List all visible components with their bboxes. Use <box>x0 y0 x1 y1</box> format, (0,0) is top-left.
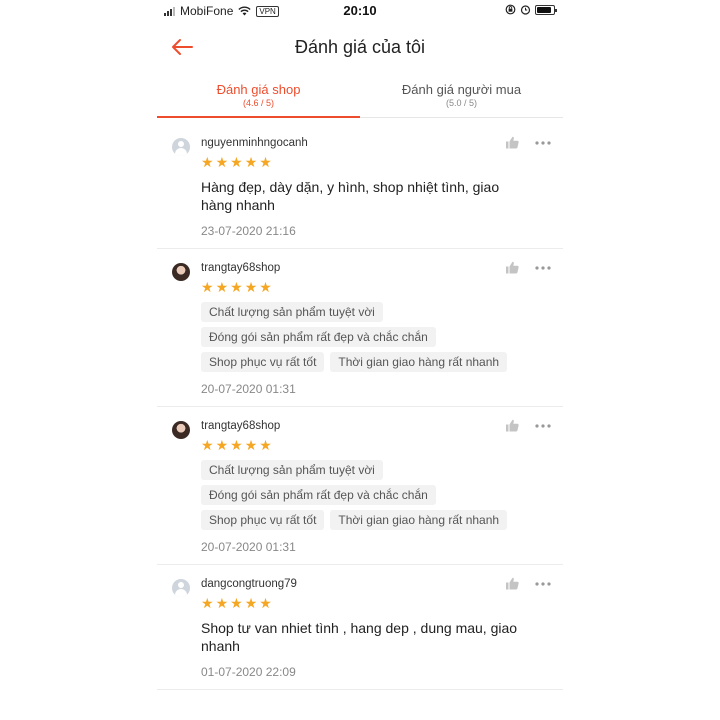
reviewer-name[interactable]: trangtay68shop <box>201 262 549 274</box>
review-list: nguyenminhngocanh ★ ★ ★ ★ ★ Hàng đẹp, dày dặ… <box>157 124 563 690</box>
review-date: 20-07-2020 01:31 <box>201 540 296 554</box>
thumbs-up-icon[interactable] <box>505 577 519 590</box>
review-date: 20-07-2020 01:31 <box>201 382 296 396</box>
review-tags: Chất lượng sản phẩm tuyệt vời Đóng gói s… <box>201 460 549 530</box>
star-rating: ★ ★ ★ ★ ★ <box>201 155 549 169</box>
star-rating: ★ ★ ★ ★ ★ <box>201 438 549 452</box>
tab-rating: (5.0 / 5) <box>445 98 477 108</box>
avatar[interactable] <box>172 421 190 439</box>
star-icon: ★ <box>230 279 243 295</box>
tab-buyer-reviews[interactable]: Đánh giá người mua (5.0 / 5) <box>360 74 563 117</box>
star-icon: ★ <box>201 437 214 453</box>
star-icon: ★ <box>201 154 214 170</box>
star-rating: ★ ★ ★ ★ ★ <box>201 596 549 610</box>
review-actions <box>505 261 551 274</box>
star-icon: ★ <box>201 279 214 295</box>
avatar[interactable] <box>172 579 190 597</box>
tab-label: Đánh giá người mua <box>401 82 522 97</box>
star-icon: ★ <box>244 437 258 453</box>
alarm-icon <box>520 5 531 15</box>
status-right <box>505 4 557 15</box>
star-icon: ★ <box>215 154 229 170</box>
more-dots-icon[interactable] <box>535 423 551 428</box>
status-time: 20:10 <box>343 3 377 18</box>
reviewer-name[interactable]: nguyenminhngocanh <box>201 137 549 149</box>
review-date: 01-07-2020 22:09 <box>201 665 296 679</box>
star-icon: ★ <box>215 437 229 453</box>
review-comment: Hàng đẹp, dày dặn, y hình, shop nhiệt tì… <box>201 179 500 213</box>
status-bar: MobiFone VPN 20:10 <box>157 0 563 22</box>
review-item: dangcongtruong79 ★ ★ ★ ★ ★ Shop tư van nhiet… <box>157 565 563 690</box>
thumbs-up-icon[interactable] <box>505 419 519 432</box>
star-icon: ★ <box>215 279 229 295</box>
star-icon: ★ <box>230 595 243 611</box>
star-icon: ★ <box>259 595 272 611</box>
review-tag: Đóng gói sản phẩm rất đẹp và chắc chắn <box>201 485 436 505</box>
page-title: Đánh giá của tôi <box>294 37 426 57</box>
star-icon: ★ <box>244 154 258 170</box>
review-tag: Thời gian giao hàng rất nhanh <box>330 352 508 372</box>
thumbs-up-icon[interactable] <box>505 261 519 274</box>
avatar[interactable] <box>172 138 190 156</box>
star-icon: ★ <box>244 595 258 611</box>
star-icon: ★ <box>259 437 272 453</box>
star-rating: ★ ★ ★ ★ ★ <box>201 280 549 294</box>
star-icon: ★ <box>259 154 272 170</box>
review-date: 23-07-2020 21:16 <box>201 224 296 238</box>
review-item: trangtay68shop ★ ★ ★ ★ ★ Chất lượng sản phẩm… <box>157 249 563 407</box>
review-tag: Đóng gói sản phẩm rất đẹp và chắc chắn <box>201 327 436 347</box>
reviewer-name[interactable]: dangcongtruong79 <box>201 578 549 590</box>
review-item: trangtay68shop ★ ★ ★ ★ ★ Chất lượng sản phẩm… <box>157 407 563 565</box>
review-tabs: Đánh giá shop (4.6 / 5) Đánh giá người m… <box>157 74 563 118</box>
app-screen: MobiFone VPN 20:10 Đánh giá của tôi Đánh… <box>157 0 563 720</box>
review-actions <box>505 419 551 432</box>
more-dots-icon[interactable] <box>535 581 551 586</box>
tab-shop-reviews[interactable]: Đánh giá shop (4.6 / 5) <box>157 74 360 118</box>
review-tag: Thời gian giao hàng rất nhanh <box>330 510 508 530</box>
more-dots-icon[interactable] <box>535 265 551 270</box>
review-actions <box>505 136 551 149</box>
star-icon: ★ <box>244 279 258 295</box>
reviewer-name[interactable]: trangtay68shop <box>201 420 549 432</box>
star-icon: ★ <box>215 595 229 611</box>
review-tag: Shop phục vụ rất tốt <box>201 510 325 530</box>
more-dots-icon[interactable] <box>535 140 551 145</box>
star-icon: ★ <box>230 437 243 453</box>
avatar[interactable] <box>172 263 190 281</box>
review-tag: Chất lượng sản phẩm tuyệt vời <box>201 460 383 480</box>
review-tags: Chất lượng sản phẩm tuyệt vời Đóng gói s… <box>201 302 549 372</box>
review-tag: Shop phục vụ rất tốt <box>201 352 325 372</box>
tab-label: Đánh giá shop <box>216 82 301 97</box>
thumbs-up-icon[interactable] <box>505 136 519 149</box>
orientation-lock-icon <box>505 4 516 15</box>
review-item: nguyenminhngocanh ★ ★ ★ ★ ★ Hàng đẹp, dày dặ… <box>157 124 563 249</box>
review-comment: Shop tư van nhiet tình , hang dep , dung… <box>201 620 518 654</box>
review-tag: Chất lượng sản phẩm tuyệt vời <box>201 302 383 322</box>
tab-rating: (4.6 / 5) <box>242 98 274 108</box>
battery-icon <box>535 4 557 15</box>
star-icon: ★ <box>201 595 214 611</box>
app-header: Đánh giá của tôi <box>157 24 563 70</box>
star-icon: ★ <box>230 154 243 170</box>
review-actions <box>505 577 551 590</box>
star-icon: ★ <box>259 279 272 295</box>
